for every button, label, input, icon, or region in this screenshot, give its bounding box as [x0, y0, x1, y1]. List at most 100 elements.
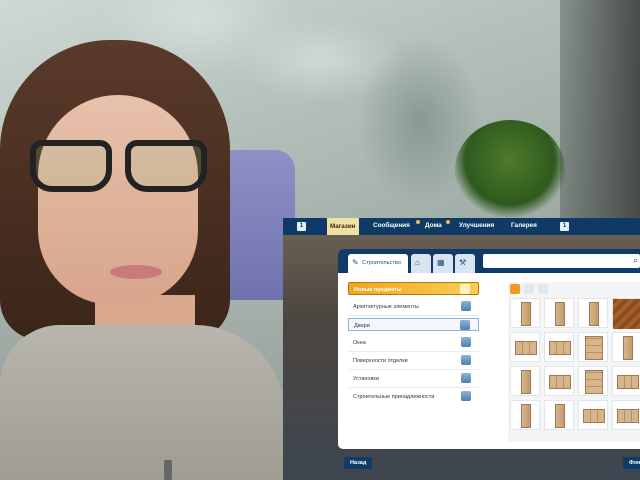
frame-item-icon: [617, 409, 639, 423]
paint-icon: [461, 355, 471, 365]
item-thumbnail[interactable]: [544, 332, 574, 362]
home-icon: ⌂: [415, 258, 420, 267]
tab-construction-label: Строительство: [362, 260, 401, 266]
frame-item-icon: [583, 409, 605, 423]
new-items-icon: [460, 284, 470, 294]
zipper: [164, 460, 172, 480]
stairs-icon: [461, 301, 471, 311]
view-toggle-icon[interactable]: [510, 284, 520, 294]
mouse-cursor-icon: [491, 352, 505, 366]
door-item-icon: [521, 370, 531, 394]
right-lens: [125, 140, 207, 192]
door-item-icon: [555, 404, 565, 428]
item-thumbnail[interactable]: [578, 400, 608, 430]
streamer: [0, 40, 290, 480]
nav-upgrades[interactable]: Улучшения: [459, 222, 494, 229]
category-label: Окна: [353, 340, 366, 346]
notification-dot: [446, 220, 450, 224]
category-finishes[interactable]: Поверхности отделки: [348, 354, 479, 367]
gear-icon: [461, 373, 471, 383]
category-doors[interactable]: Двери: [348, 318, 479, 331]
game-window: 1 Магазин Сообщения Дома Улучшения Галер…: [283, 218, 640, 480]
tall-frame-item-icon: [585, 336, 603, 360]
frame-item-icon: [515, 341, 537, 355]
door-item-icon: [555, 302, 565, 326]
divider: [348, 315, 479, 316]
frame-item-icon: [617, 375, 639, 389]
plant: [455, 120, 565, 220]
nav-left-icon[interactable]: 1: [297, 222, 306, 231]
item-thumbnail[interactable]: [578, 298, 608, 328]
tab-construction[interactable]: ✎ Строительство: [348, 254, 408, 273]
nav-shop-tab[interactable]: Магазин: [327, 218, 359, 235]
nav-messages[interactable]: Сообщения: [373, 222, 410, 229]
build-panel: ✎ Строительство ⌂ ▦ ⚒ ⌕ Новые предметы А…: [338, 249, 640, 449]
item-thumbnail[interactable]: [510, 332, 540, 362]
frame-item-icon: [549, 341, 571, 355]
item-thumbnail[interactable]: [510, 366, 540, 396]
category-label: Двери: [354, 323, 370, 329]
notification-dot: [416, 220, 420, 224]
nav-right-icon[interactable]: 1: [560, 222, 569, 231]
nav-homes[interactable]: Дома: [425, 222, 442, 229]
item-thumbnail[interactable]: [612, 400, 640, 430]
door-item-icon: [589, 302, 599, 326]
door-icon: [460, 320, 470, 330]
category-label: Архитектурные элементы: [353, 304, 419, 310]
background-button-label: Фон: [629, 460, 640, 466]
back-button[interactable]: Назад: [344, 457, 372, 469]
divider: [348, 369, 479, 370]
filter-icon[interactable]: [524, 284, 534, 294]
item-thumbnail[interactable]: [510, 400, 540, 430]
item-thumbnail[interactable]: [612, 298, 640, 329]
nav-left-icon-label: 1: [299, 223, 304, 229]
tools-icon: ⚒: [459, 258, 467, 267]
nav-right-icon-label: 1: [562, 223, 567, 229]
tall-frame-item-icon: [585, 370, 603, 394]
category-label: Установки: [353, 376, 379, 382]
item-thumbnail[interactable]: [578, 332, 608, 362]
hammer-icon: ✎: [352, 258, 359, 267]
search-icon[interactable]: ⌕: [633, 255, 638, 266]
item-thumbnail[interactable]: [544, 366, 574, 396]
back-button-label: Назад: [350, 460, 367, 466]
left-lens: [30, 140, 112, 192]
door-item-icon: [521, 404, 531, 428]
search-input[interactable]: ⌕: [483, 254, 640, 268]
divider: [348, 387, 479, 388]
top-nav-bar: 1 Магазин Сообщения Дома Улучшения Галер…: [283, 218, 640, 235]
category-installations[interactable]: Установки: [348, 372, 479, 385]
tools-icon: [461, 391, 471, 401]
frame-item-icon: [549, 375, 571, 389]
wall-shadow: [560, 0, 640, 230]
tab-tools[interactable]: ⚒: [455, 254, 475, 273]
category-windows[interactable]: Окна: [348, 336, 479, 349]
nav-shop-label: Магазин: [330, 223, 356, 230]
lips: [110, 265, 162, 279]
item-thumbnail[interactable]: [544, 298, 574, 328]
door-item-icon: [623, 336, 633, 360]
tab-grid[interactable]: ▦: [433, 254, 453, 273]
divider: [348, 351, 479, 352]
item-thumbnail[interactable]: [612, 366, 640, 396]
wood-texture-icon: [613, 299, 640, 329]
category-new-items[interactable]: Новые предметы: [348, 282, 479, 295]
sort-icon[interactable]: [538, 284, 548, 294]
tab-home[interactable]: ⌂: [411, 254, 431, 273]
category-building-supplies[interactable]: Строительные принадлежности: [348, 390, 479, 403]
category-label: Новые предметы: [354, 287, 402, 293]
hoodie: [0, 325, 285, 480]
item-thumbnail[interactable]: [510, 298, 540, 328]
category-architectural[interactable]: Архитектурные элементы: [348, 300, 479, 313]
background-button[interactable]: Фон: [623, 457, 640, 469]
grid-icon: ▦: [437, 258, 445, 267]
item-thumbnail[interactable]: [578, 366, 608, 396]
category-label: Поверхности отделки: [353, 358, 408, 364]
item-thumbnail[interactable]: [544, 400, 574, 430]
category-label: Строительные принадлежности: [353, 394, 435, 400]
nav-gallery[interactable]: Галерея: [511, 222, 537, 229]
window-icon: [461, 337, 471, 347]
door-item-icon: [521, 302, 531, 326]
panel-tabs: ✎ Строительство ⌂ ▦ ⚒ ⌕: [338, 249, 640, 273]
item-thumbnail[interactable]: [612, 332, 640, 362]
